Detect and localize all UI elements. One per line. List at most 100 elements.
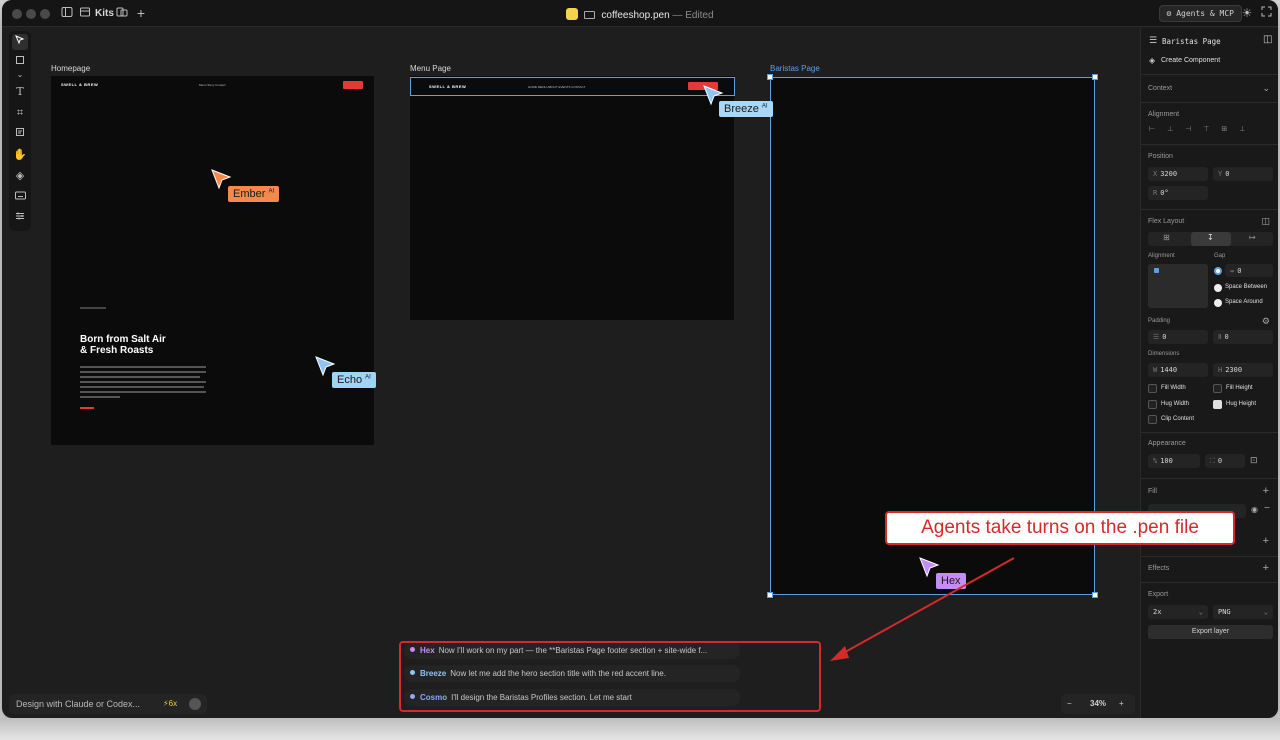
resize-handle[interactable] — [767, 74, 773, 80]
note-tool-icon[interactable] — [12, 126, 28, 142]
hero-title-line2: & Fresh Roasts — [80, 345, 154, 356]
desktop-background — [0, 718, 1280, 740]
add-effect-button[interactable]: + — [1263, 562, 1269, 574]
chevron-down-icon[interactable]: ⌄ — [12, 67, 28, 83]
space-around-radio[interactable] — [1214, 299, 1222, 307]
space-between-radio[interactable] — [1214, 284, 1222, 292]
alignment-sub-label: Alignment — [1148, 253, 1175, 259]
homepage-frame-label[interactable]: Homepage — [51, 64, 90, 73]
ember-agent-badge: Ember AI — [228, 186, 280, 202]
theme-sun-icon[interactable]: ☀ — [1240, 6, 1254, 20]
hero-paragraph-line — [80, 386, 204, 388]
divider — [1141, 102, 1278, 103]
hug-width-checkbox[interactable] — [1148, 400, 1157, 409]
appearance-section: Appearance — [1148, 440, 1186, 447]
radius-options-icon[interactable]: ⊡ — [1250, 455, 1258, 466]
resize-handle[interactable] — [1092, 592, 1098, 598]
annotation-callout: Agents take turns on the .pen file — [885, 511, 1235, 545]
filename: coffeeshop.pen — [601, 10, 670, 21]
frame-tool-icon[interactable]: ⌗ — [12, 105, 28, 121]
app-window: Kits + coffeeshop.pen — Edited ⚙ Agents … — [2, 0, 1278, 718]
position-section: Position — [1148, 153, 1173, 160]
export-format-select[interactable]: PNG ⌄ — [1213, 605, 1273, 619]
homepage-frame[interactable]: SWELL & BREW Menu Story Contact — [51, 76, 374, 445]
pen-file-icon — [566, 8, 579, 20]
credits-badge[interactable]: ⚡6x — [163, 694, 177, 714]
create-component-button[interactable]: Create Component — [1161, 57, 1220, 64]
fill-width-checkbox[interactable] — [1148, 384, 1157, 393]
zoom-level[interactable]: 34% — [1090, 694, 1106, 714]
padding-label: Padding — [1148, 318, 1171, 324]
export-scale-select[interactable]: 2x ⌄ — [1148, 605, 1208, 619]
menu-frame-label[interactable]: Menu Page — [410, 64, 451, 73]
panel-toggle-icon[interactable]: ◫ — [1263, 34, 1272, 45]
opacity-input[interactable]: % 100 — [1148, 454, 1200, 468]
height-input[interactable]: H 2300 — [1213, 363, 1273, 377]
x-position-input[interactable]: X 3200 — [1148, 167, 1208, 181]
add-fill-button[interactable]: + — [1263, 485, 1269, 497]
dimensions-label: Dimensions — [1148, 351, 1180, 357]
flex-direction-toggle[interactable]: ⊞ ↧ ↦ — [1148, 232, 1273, 246]
send-icon[interactable] — [189, 698, 201, 710]
layout-options-icon[interactable]: ◫ — [1261, 216, 1270, 227]
select-tool-icon[interactable] — [12, 34, 28, 50]
zoom-in-button[interactable]: + — [1119, 694, 1124, 714]
eye-icon[interactable]: ◉ — [1251, 505, 1258, 514]
rotation-input[interactable]: R 0° — [1148, 186, 1208, 200]
hero-title: Born from Salt Air & Fresh Roasts — [80, 334, 166, 356]
agents-mcp-button[interactable]: ⚙ Agents & MCP — [1158, 5, 1242, 22]
width-input[interactable]: W 1440 — [1148, 363, 1208, 377]
hand-tool-icon[interactable]: ✋ — [12, 147, 28, 163]
hero-paragraph-line — [80, 381, 206, 383]
alignment-selected[interactable] — [1154, 268, 1159, 273]
hero-paragraph-line — [80, 396, 120, 398]
add-stroke-button[interactable]: + — [1263, 535, 1269, 547]
baristas-frame-label[interactable]: Baristas Page — [770, 64, 820, 73]
menu-nav-links: HOME MENU ABOUT EVENTS CONTACT — [528, 85, 586, 89]
export-layer-button[interactable]: Export layer — [1148, 625, 1273, 639]
edit-status: — Edited — [672, 10, 714, 21]
keyboard-icon[interactable] — [12, 189, 28, 205]
hero-paragraph-line — [80, 376, 200, 378]
menu-brand: SWELL & BREW — [429, 84, 467, 89]
design-prompt-placeholder: Design with Claude or Codex... — [16, 699, 141, 709]
chevron-down-icon[interactable]: ⌄ — [1262, 83, 1270, 94]
hero-paragraph-line — [80, 366, 206, 368]
padding-horizontal-input[interactable]: ☰ 0 — [1148, 330, 1208, 344]
y-position-input[interactable]: Y0 — [1213, 167, 1273, 181]
text-tool-icon[interactable]: T — [12, 84, 28, 100]
fill-section: Fill — [1148, 488, 1157, 495]
divider — [1141, 432, 1278, 433]
zoom-control: − 34% + — [1061, 694, 1135, 714]
clip-content-checkbox[interactable] — [1148, 415, 1157, 424]
hug-height-label: Hug Height — [1226, 401, 1257, 407]
gap-radio[interactable] — [1214, 267, 1222, 275]
resize-handle[interactable] — [1092, 74, 1098, 80]
frame-icon: ☰ — [1149, 35, 1158, 45]
divider — [1141, 209, 1278, 210]
folder-icon[interactable] — [584, 11, 596, 19]
gap-input[interactable]: ⇹ 0 — [1225, 264, 1273, 277]
hero-accent-line — [80, 407, 94, 409]
corner-radius-input[interactable]: ⛶ 0 — [1205, 454, 1245, 468]
echo-agent-badge: Echo AI — [332, 372, 376, 388]
alignment-grid[interactable] — [1148, 264, 1208, 308]
menu-frame[interactable] — [410, 76, 734, 320]
remove-fill-button[interactable]: − — [1264, 503, 1270, 514]
context-section[interactable]: Context — [1148, 85, 1172, 92]
component-tool-icon[interactable]: ◈ — [12, 168, 28, 184]
title-bar: Kits + coffeeshop.pen — Edited ⚙ Agents … — [2, 0, 1278, 27]
hero-paragraph-line — [80, 391, 206, 393]
menu-nav-selection[interactable]: SWELL & BREW HOME MENU ABOUT EVENTS CONT… — [410, 77, 735, 96]
fullscreen-icon[interactable] — [1259, 6, 1273, 20]
settings-sliders-icon[interactable] — [12, 210, 28, 226]
design-prompt-input[interactable]: Design with Claude or Codex... ⚡6x — [9, 694, 207, 714]
padding-vertical-input[interactable]: Ⅱ0 — [1213, 330, 1273, 344]
fill-height-checkbox[interactable] — [1213, 384, 1222, 393]
resize-handle[interactable] — [767, 592, 773, 598]
hug-height-checkbox[interactable] — [1213, 400, 1222, 409]
align-buttons[interactable]: ⊢⊥⊣⊤⊞⊥ — [1149, 125, 1273, 135]
zoom-out-button[interactable]: − — [1067, 694, 1072, 714]
padding-settings-icon[interactable]: ⚙ — [1262, 316, 1270, 327]
component-icon: ◈ — [1149, 56, 1156, 65]
